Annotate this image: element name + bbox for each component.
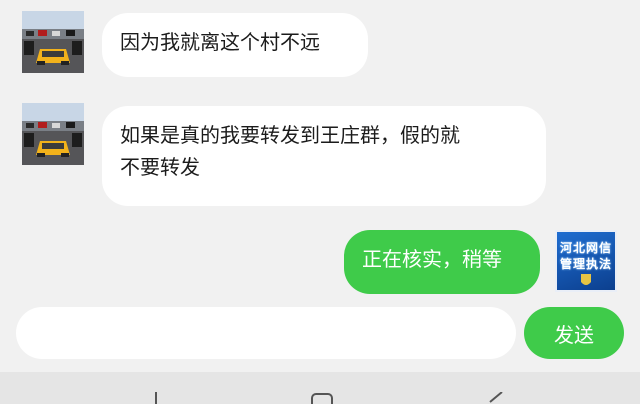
sender-avatar[interactable] bbox=[22, 103, 84, 165]
recents-icon[interactable] bbox=[150, 392, 162, 404]
message-input[interactable] bbox=[16, 307, 516, 359]
message-text-line: 如果是真的我要转发到王庄群，假的就 bbox=[120, 123, 460, 147]
message-text: 因为我就离这个村不远 bbox=[120, 30, 320, 54]
back-icon[interactable] bbox=[484, 392, 504, 404]
incoming-message-bubble[interactable]: 如果是真的我要转发到王庄群，假的就 不要转发 bbox=[102, 106, 546, 206]
my-avatar[interactable]: 河北网信 管理执法 bbox=[555, 230, 617, 292]
system-navigation-bar bbox=[0, 372, 640, 404]
incoming-message-bubble[interactable]: 因为我就离这个村不远 bbox=[102, 13, 368, 77]
car-photo-icon bbox=[22, 103, 84, 165]
outgoing-message-bubble[interactable]: 正在核实，稍等 bbox=[344, 230, 540, 294]
shield-icon bbox=[581, 274, 591, 285]
message-text: 正在核实，稍等 bbox=[362, 247, 502, 271]
message-text-line: 不要转发 bbox=[120, 155, 200, 179]
avatar-text: 管理执法 bbox=[559, 257, 612, 271]
home-icon[interactable] bbox=[310, 392, 334, 404]
car-photo-icon bbox=[22, 11, 84, 73]
send-button[interactable]: 发送 bbox=[524, 307, 624, 359]
avatar-text: 河北网信 bbox=[559, 241, 612, 255]
sender-avatar[interactable] bbox=[22, 11, 84, 73]
